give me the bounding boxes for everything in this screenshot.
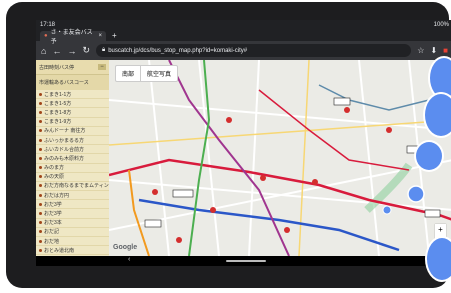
sidebar-header: 古田時刻バス停 −: [36, 60, 109, 74]
course-label: みのみも木原料方: [44, 155, 85, 162]
course-item[interactable]: こまき1-9方: [36, 118, 109, 127]
bus-stop-dot-icon: [39, 138, 42, 142]
sidebar-title: 古田時刻バス停: [39, 64, 75, 71]
reload-icon[interactable]: ↻: [82, 45, 90, 56]
lock-icon: 🔒︎: [101, 47, 106, 53]
course-label: おだ地: [44, 238, 60, 245]
course-item[interactable]: おだ地: [36, 237, 109, 247]
collapse-button[interactable]: −: [98, 64, 106, 70]
tablet-screen: 17:18 100% ● さ・ま友会バス予 × + ⌂ ← → ↻ 🔒︎ bus…: [36, 20, 451, 266]
home-icon[interactable]: ⌂: [41, 46, 46, 56]
course-label: こまき1-9方: [44, 119, 72, 126]
course-label: おだ3学: [44, 211, 62, 218]
forward-icon[interactable]: →: [67, 46, 76, 56]
star-icon[interactable]: ☆: [417, 46, 424, 55]
bus-stop-dot-icon: [39, 193, 42, 197]
location-marker: [407, 185, 425, 203]
course-label: みのま方: [44, 165, 65, 172]
map-tab-map[interactable]: 南部: [116, 66, 142, 81]
course-label: こまき1-1方: [44, 91, 72, 98]
course-item[interactable]: こまき1-1方: [36, 90, 109, 100]
course-item[interactable]: みのま方: [36, 164, 109, 173]
course-label: みんドーナ 南往方: [44, 128, 86, 135]
course-label: おだは方円: [44, 192, 70, 199]
course-label: おだ方南なるまでまムティン: [44, 183, 109, 190]
bus-stop-dot-icon: [39, 101, 42, 105]
bus-stop-dot-icon: [39, 92, 42, 96]
course-item[interactable]: みのみも木原料方: [36, 154, 109, 164]
android-nav-bar: ‹: [36, 256, 451, 266]
download-icon[interactable]: ⬇: [430, 46, 437, 55]
course-label: ふいっかまるる方: [44, 137, 85, 144]
decorative-cloud-3: [414, 140, 444, 172]
course-item[interactable]: みの天原: [36, 173, 109, 182]
bus-stop-dot-icon: [39, 147, 42, 151]
course-item[interactable]: おだ3学: [36, 209, 109, 219]
course-label: おだ3学: [44, 201, 62, 208]
bus-stop-dot-icon: [39, 120, 42, 124]
status-battery: 100%: [433, 22, 449, 28]
new-tab-button[interactable]: +: [112, 31, 117, 40]
course-label: おだ記: [44, 229, 60, 236]
url-text: buscatch.jp/dcs/bus_stop_map.php?id=koma…: [108, 47, 248, 54]
course-item[interactable]: おとみ道北南: [36, 246, 109, 256]
nav-back-icon[interactable]: ‹: [128, 256, 130, 263]
course-label: おとみ道北南: [44, 247, 75, 254]
course-item[interactable]: こまき1-8方: [36, 108, 109, 118]
course-list: こまき1-1方 こまき1-5方 こまき1-8方 こまき1-9方みんドーナ 南往方 ふいっ…: [36, 90, 109, 256]
tablet-frame: 17:18 100% ● さ・ま友会バス予 × + ⌂ ← → ↻ 🔒︎ bus…: [6, 2, 451, 288]
decorative-cloud-2: [423, 92, 451, 138]
sidebar-section-title: 市運輸あるバスコース: [36, 74, 109, 90]
course-item[interactable]: ふいっかまるる方: [36, 136, 109, 146]
bus-stop-dot-icon: [39, 110, 42, 114]
bus-stop-dot-icon: [39, 156, 42, 160]
course-item[interactable]: おだ方南なるまでまムティン: [36, 182, 109, 192]
course-item[interactable]: みんドーナ 南往方: [36, 127, 109, 136]
course-label: こまき1-5方: [44, 100, 72, 107]
course-label: みの天原: [44, 174, 65, 181]
bus-stop-dot-icon: [39, 212, 42, 216]
extension-icon[interactable]: ■: [443, 46, 448, 55]
bus-stop-dot-icon: [39, 248, 42, 252]
bus-stop-dot-icon: [39, 175, 42, 179]
back-icon[interactable]: ←: [52, 46, 61, 56]
page-content: 古田時刻バス停 − 市運輸あるバスコース こまき1-1方 こまき1-5方 こまき1-…: [36, 60, 451, 256]
course-label: ふいカドル合前方: [44, 146, 85, 153]
google-logo: Google: [113, 244, 138, 251]
tab-title: さ・ま友会バス予: [50, 29, 93, 45]
browser-tab-bar: ● さ・ま友会バス予 × +: [36, 30, 451, 45]
address-bar: ⌂ ← → ↻ 🔒︎ buscatch.jp/dcs/bus_stop_map.…: [36, 41, 451, 60]
course-item[interactable]: おだ3本: [36, 219, 109, 228]
map-canvas[interactable]: [109, 60, 451, 256]
course-label: おだ3本: [44, 220, 62, 227]
course-item[interactable]: ふいカドル合前方: [36, 145, 109, 155]
bus-stop-dot-icon: [39, 230, 42, 234]
status-bar: 17:18 100%: [36, 20, 451, 30]
browser-tab[interactable]: ● さ・ま友会バス予 ×: [40, 30, 106, 45]
map-type-tabs: 南部 航空写真: [115, 65, 179, 82]
nav-home-pill[interactable]: [226, 260, 266, 262]
course-item[interactable]: おだは方円: [36, 191, 109, 201]
close-tab-icon[interactable]: ×: [98, 33, 102, 39]
favicon-icon: ●: [44, 32, 48, 39]
map[interactable]: 南部 航空写真 Google + −: [109, 60, 451, 256]
bus-stop-dot-icon: [39, 239, 42, 243]
sidebar: 古田時刻バス停 − 市運輸あるバスコース こまき1-1方 こまき1-5方 こまき1-…: [36, 60, 109, 256]
map-tab-satellite[interactable]: 航空写真: [141, 66, 177, 81]
course-item[interactable]: おだ3学: [36, 200, 109, 210]
course-item[interactable]: こまき1-5方: [36, 99, 109, 109]
course-item[interactable]: おだ記: [36, 228, 109, 237]
course-label: こまき1-8方: [44, 109, 72, 116]
bus-stop-dot-icon: [39, 166, 42, 170]
bus-stop-dot-icon: [39, 202, 42, 206]
bus-stop-dot-icon: [39, 129, 42, 133]
url-field[interactable]: 🔒︎ buscatch.jp/dcs/bus_stop_map.php?id=k…: [95, 44, 412, 57]
decorative-cloud-4: [425, 236, 451, 282]
location-marker-small: [382, 205, 392, 215]
bus-stop-dot-icon: [39, 221, 42, 225]
zoom-in-button[interactable]: +: [435, 224, 446, 235]
bus-stop-dot-icon: [39, 184, 42, 188]
